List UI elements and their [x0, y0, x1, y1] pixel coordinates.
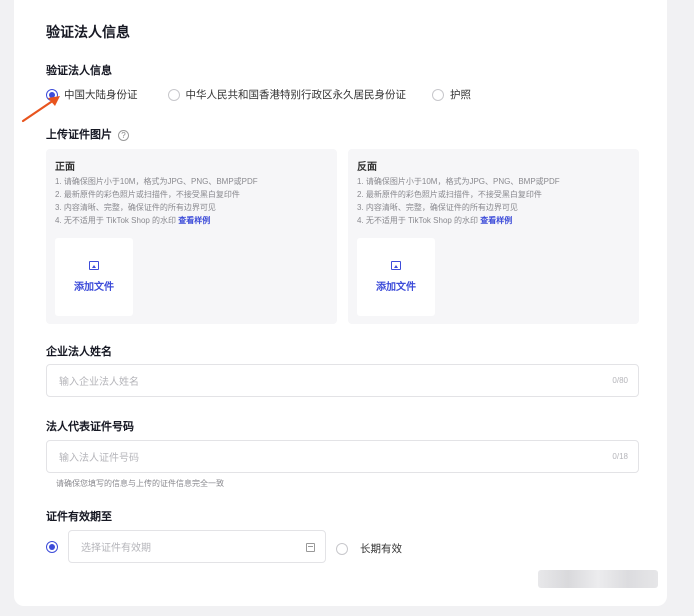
section-title: 验证法人信息 — [46, 24, 130, 40]
upload-rules: 1. 请确保图片小于10M，格式为JPG、PNG、BMP或PDF 2. 最新原件… — [357, 175, 560, 227]
id-type-option-passport[interactable]: 护照 — [432, 87, 471, 102]
image-icon — [391, 261, 401, 270]
annotation-arrow-icon — [21, 96, 60, 123]
upload-back-box: 反面 1. 请确保图片小于10M，格式为JPG、PNG、BMP或PDF 2. 最… — [348, 149, 639, 324]
long-term-option[interactable]: 长期有效 — [336, 541, 402, 556]
rule-line: 4. 无不适用于 TikTok Shop 的水印 查看样例 — [357, 214, 560, 227]
id-number-hint: 请确保您填写的信息与上传的证件信息完全一致 — [56, 479, 224, 488]
help-icon[interactable]: ? — [118, 129, 129, 141]
rule-line: 4. 无不适用于 TikTok Shop 的水印 查看样例 — [55, 214, 258, 227]
upload-rules: 1. 请确保图片小于10M，格式为JPG、PNG、BMP或PDF 2. 最新原件… — [55, 175, 258, 227]
id-type-option-label: 中华人民共和国香港特别行政区永久居民身份证 — [185, 89, 407, 101]
add-file-label: 添加文件 — [376, 282, 416, 293]
calendar-icon[interactable] — [306, 543, 315, 552]
id-number-label: 法人代表证件号码 — [46, 421, 134, 433]
id-number-input[interactable]: 输入法人证件号码 0/18 — [46, 440, 639, 473]
validity-label: 证件有效期至 — [46, 511, 112, 523]
input-placeholder: 输入企业法人姓名 — [59, 377, 139, 388]
radio-unchecked-icon[interactable] — [167, 88, 180, 101]
upload-label-text: 上传证件图片 — [46, 129, 112, 141]
validity-date-picker[interactable]: 选择证件有效期 — [68, 530, 326, 563]
rule-line: 1. 请确保图片小于10M，格式为JPG、PNG、BMP或PDF — [357, 177, 560, 186]
rule-line: 3. 内容清晰、完整，确保证件的所有边界可见 — [357, 203, 518, 212]
view-example-link[interactable]: 查看样例 — [480, 216, 512, 225]
rule-line-text: 4. 无不适用于 TikTok Shop 的水印 — [55, 216, 177, 225]
rule-line-text: 4. 无不适用于 TikTok Shop 的水印 — [357, 216, 479, 225]
upload-side-label: 反面 — [357, 162, 377, 173]
add-file-button[interactable]: 添加文件 — [55, 238, 133, 316]
char-counter: 0/18 — [612, 452, 628, 461]
name-field-label: 企业法人姓名 — [46, 346, 112, 358]
radio-unchecked-icon[interactable] — [432, 88, 444, 101]
validity-date-radio[interactable] — [46, 541, 58, 553]
rule-line: 1. 请确保图片小于10M，格式为JPG、PNG、BMP或PDF — [55, 177, 258, 186]
upload-label: 上传证件图片? — [46, 126, 129, 142]
rule-line: 2. 最新原件的彩色照片或扫描件，不接受黑白复印件 — [357, 190, 542, 199]
id-type-option-label: 护照 — [450, 89, 471, 101]
id-type-label: 验证法人信息 — [46, 65, 112, 77]
upload-front-box: 正面 1. 请确保图片小于10M，格式为JPG、PNG、BMP或PDF 2. 最… — [46, 149, 337, 324]
input-placeholder: 输入法人证件号码 — [59, 453, 139, 464]
char-counter: 0/80 — [612, 376, 628, 385]
image-icon — [89, 261, 99, 270]
rule-line: 3. 内容清晰、完整，确保证件的所有边界可见 — [55, 203, 216, 212]
id-type-option-label: 中国大陆身份证 — [64, 89, 138, 101]
watermark — [538, 570, 658, 588]
date-placeholder: 选择证件有效期 — [81, 543, 151, 554]
id-type-radio-group: 中国大陆身份证 中华人民共和国香港特别行政区永久居民身份证 护照 — [46, 87, 497, 102]
upload-side-label: 正面 — [55, 162, 75, 173]
view-example-link[interactable]: 查看样例 — [178, 216, 210, 225]
id-type-option-hk[interactable]: 中华人民共和国香港特别行政区永久居民身份证 — [167, 87, 407, 102]
radio-unchecked-icon[interactable] — [336, 542, 348, 555]
add-file-button[interactable]: 添加文件 — [357, 238, 435, 316]
add-file-label: 添加文件 — [74, 282, 114, 293]
long-term-label: 长期有效 — [360, 543, 402, 555]
rule-line: 2. 最新原件的彩色照片或扫描件，不接受黑白复印件 — [55, 190, 240, 199]
legal-name-input[interactable]: 输入企业法人姓名 0/80 — [46, 364, 639, 397]
